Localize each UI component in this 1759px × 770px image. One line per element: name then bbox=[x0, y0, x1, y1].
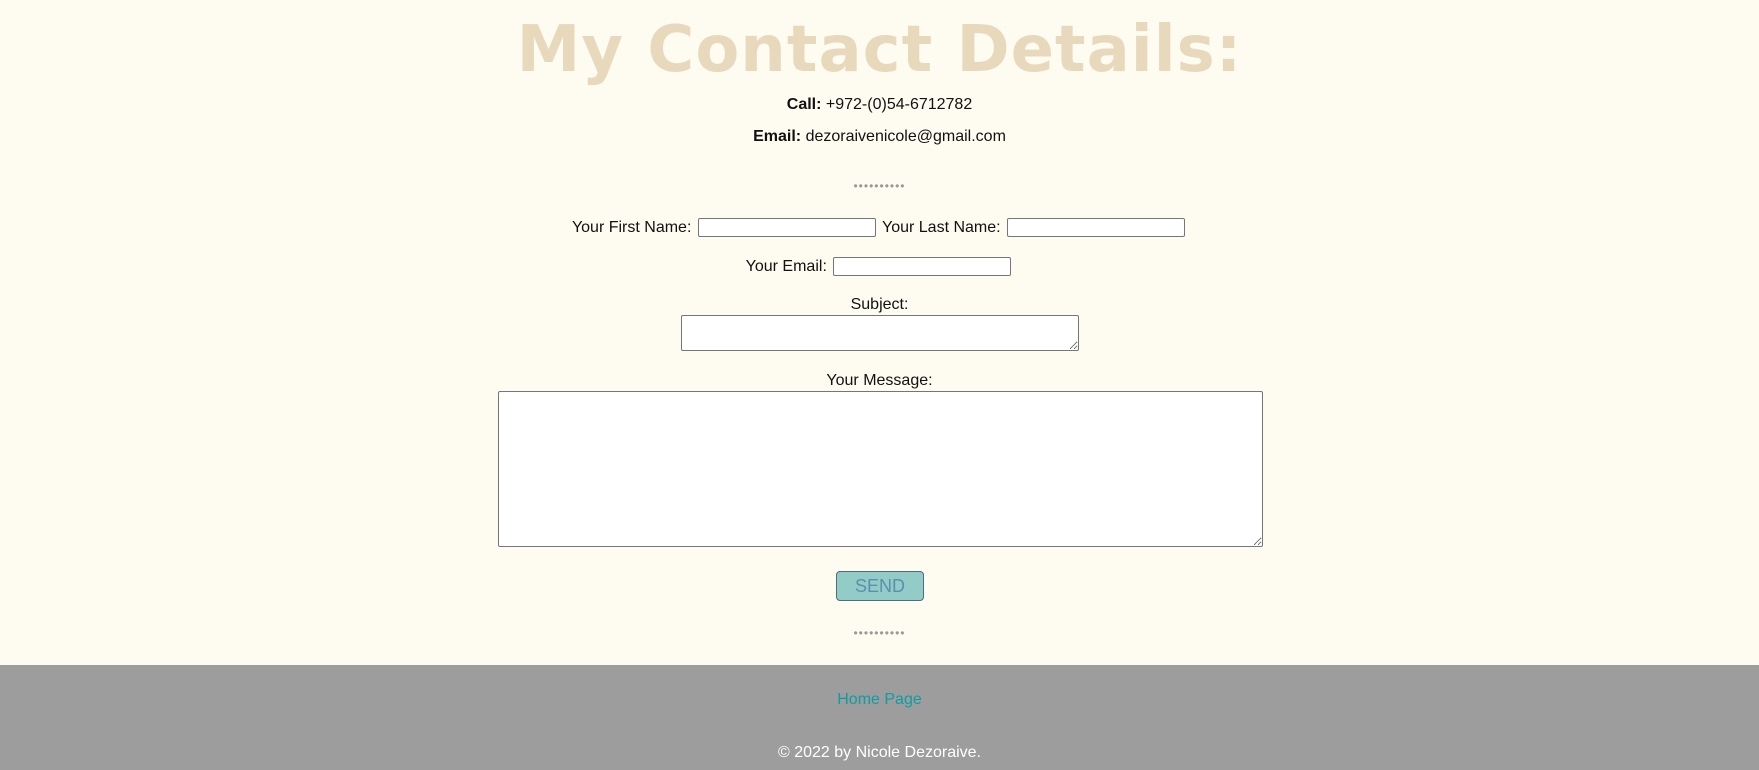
message-label: Your Message: bbox=[826, 372, 933, 389]
call-line: Call: +972-(0)54-6712782 bbox=[0, 95, 1759, 115]
call-value: +972-(0)54-6712782 bbox=[825, 96, 973, 113]
your-email-label: Your Email: bbox=[745, 258, 827, 275]
first-name-label: Your First Name: bbox=[571, 219, 692, 236]
call-label: Call: bbox=[786, 96, 822, 113]
message-field[interactable] bbox=[498, 391, 1263, 547]
name-row: Your First Name: Your Last Name: bbox=[0, 217, 1759, 239]
subject-label: Subject: bbox=[850, 296, 909, 313]
email-line: Email: dezoraivenicole@gmail.com bbox=[0, 127, 1759, 147]
email-row: Your Email: bbox=[0, 256, 1759, 278]
separator-bottom: •••••••••• bbox=[853, 626, 906, 640]
last-name-label: Your Last Name: bbox=[882, 219, 1001, 236]
page-title: My Contact Details: bbox=[516, 13, 1243, 87]
email-field[interactable] bbox=[833, 257, 1012, 277]
home-page-link[interactable]: Home Page bbox=[0, 690, 1759, 710]
footer: Home Page © 2022 by Nicole Dezoraive. bbox=[0, 665, 1759, 770]
last-name-field[interactable] bbox=[1007, 218, 1186, 238]
first-name-field[interactable] bbox=[697, 218, 876, 238]
subject-field[interactable] bbox=[681, 315, 1079, 351]
copyright: © 2022 by Nicole Dezoraive. bbox=[778, 744, 981, 761]
email-label: Email: bbox=[753, 128, 802, 145]
email-value: dezoraivenicole@gmail.com bbox=[805, 128, 1006, 145]
send-button[interactable]: SEND bbox=[836, 571, 924, 601]
separator-top: •••••••••• bbox=[853, 179, 906, 193]
